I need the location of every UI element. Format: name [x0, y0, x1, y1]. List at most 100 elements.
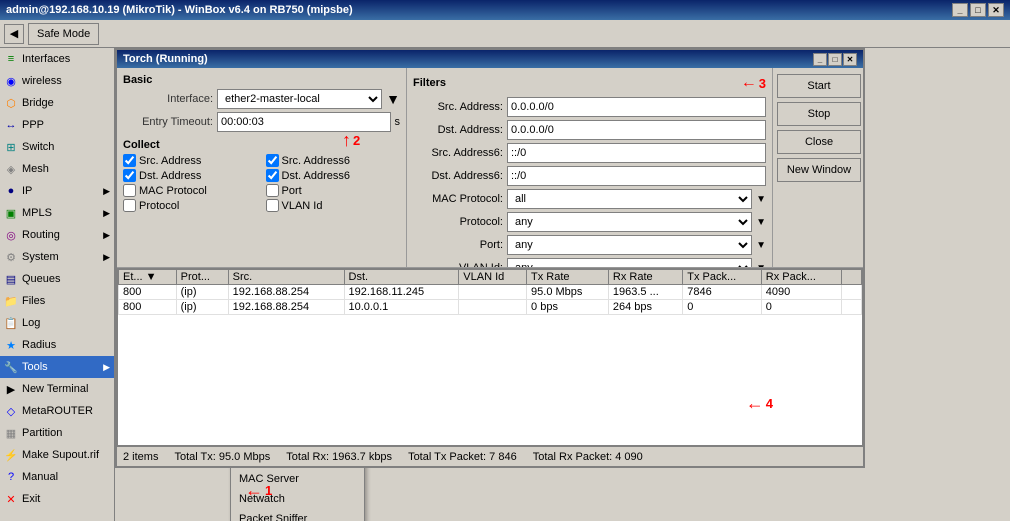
col-src[interactable]: Src. — [228, 269, 344, 284]
col-tx-pack[interactable]: Tx Pack... — [683, 269, 762, 284]
filter-port-row: Port: any ▼ — [413, 235, 766, 255]
sidebar-item-tools[interactable]: 🔧 Tools ▶ — [0, 356, 114, 378]
col-prot[interactable]: Prot... — [176, 269, 228, 284]
col-et[interactable]: Et... ▼ — [119, 269, 177, 284]
safe-mode-button[interactable]: Safe Mode — [28, 23, 99, 45]
sidebar-item-switch[interactable]: ⊞ Switch — [0, 136, 114, 158]
sidebar-item-queues[interactable]: ▤ Queues — [0, 268, 114, 290]
basic-header: Basic — [123, 74, 400, 86]
new-window-button[interactable]: New Window — [777, 158, 861, 182]
col-vlan[interactable]: VLAN Id — [459, 269, 527, 284]
interface-select[interactable]: ether2-master-local — [217, 89, 382, 109]
filter-port-select[interactable]: any — [507, 235, 752, 255]
sidebar-item-label: Radius — [22, 339, 56, 351]
status-total-tx-packet: Total Tx Packet: 7 846 — [408, 451, 517, 463]
entry-timeout-input[interactable] — [217, 112, 391, 132]
collect-vlan-id-checkbox[interactable] — [266, 199, 279, 212]
collect-src-address-checkbox[interactable] — [123, 154, 136, 167]
protocol-arrow[interactable]: ▼ — [756, 217, 766, 228]
filter-mac-protocol-select[interactable]: all — [507, 189, 752, 209]
manual-icon: ? — [4, 470, 18, 484]
collect-mac-protocol-checkbox[interactable] — [123, 184, 136, 197]
cell-src: 192.168.88.254 — [228, 299, 344, 314]
sidebar-item-ip[interactable]: ● IP ▶ — [0, 180, 114, 202]
sidebar-item-metarouter[interactable]: ◇ MetaROUTER — [0, 400, 114, 422]
dialog-close-button[interactable]: ✕ — [843, 53, 857, 66]
interface-dropdown-arrow[interactable]: ▼ — [386, 91, 400, 107]
sidebar-item-make-supout[interactable]: ⚡ Make Supout.rif — [0, 444, 114, 466]
sidebar-item-label: Files — [22, 295, 45, 307]
dialog-maximize-button[interactable]: □ — [828, 53, 842, 66]
maximize-button[interactable]: □ — [970, 3, 986, 17]
sidebar-item-label: wireless — [22, 75, 62, 87]
back-button[interactable]: ◀ — [4, 24, 24, 44]
port-arrow[interactable]: ▼ — [756, 240, 766, 251]
filter-dst-address-input[interactable] — [507, 120, 766, 140]
table-row[interactable]: 800 (ip) 192.168.88.254 192.168.11.245 9… — [119, 284, 862, 299]
collect-dst-address: Dst. Address — [123, 169, 258, 182]
sidebar-item-ppp[interactable]: ↔ PPP — [0, 114, 114, 136]
cell-vlan — [459, 284, 527, 299]
close-button[interactable]: ✕ — [988, 3, 1004, 17]
filter-protocol-select[interactable]: any — [507, 212, 752, 232]
collect-grid: Src. Address Src. Address6 Dst. Address — [123, 154, 400, 212]
system-arrow: ▶ — [103, 252, 110, 263]
cell-vlan — [459, 299, 527, 314]
dialog-titlebar: Torch (Running) _ □ ✕ — [117, 50, 863, 68]
dialog-minimize-button[interactable]: _ — [813, 53, 827, 66]
sidebar-item-log[interactable]: 📋 Log — [0, 312, 114, 334]
system-icon: ⚙ — [4, 250, 18, 264]
filter-src-address6-input[interactable] — [507, 143, 766, 163]
col-rx-pack[interactable]: Rx Pack... — [761, 269, 841, 284]
sidebar-item-interfaces[interactable]: ≡ Interfaces — [0, 48, 114, 70]
table-row[interactable]: 800 (ip) 192.168.88.254 10.0.0.1 0 bps 2… — [119, 299, 862, 314]
sidebar-item-mesh[interactable]: ◈ Mesh — [0, 158, 114, 180]
collect-protocol-checkbox[interactable] — [123, 199, 136, 212]
sidebar-item-new-terminal[interactable]: ▶ New Terminal — [0, 378, 114, 400]
sidebar-item-system[interactable]: ⚙ System ▶ — [0, 246, 114, 268]
annotation-4: ← 4 — [746, 393, 773, 414]
sidebar-item-label: Bridge — [22, 97, 54, 109]
col-rx-rate[interactable]: Rx Rate — [608, 269, 682, 284]
collect-src-address6-checkbox[interactable] — [266, 154, 279, 167]
filter-dst-address6-row: Dst. Address6: — [413, 166, 766, 186]
minimize-button[interactable]: _ — [952, 3, 968, 17]
collect-port-checkbox[interactable] — [266, 184, 279, 197]
close-dialog-button[interactable]: Close — [777, 130, 861, 154]
submenu-item-packet-sniffer[interactable]: Packet Sniffer — [231, 509, 364, 521]
col-dst[interactable]: Dst. — [344, 269, 459, 284]
sidebar-item-partition[interactable]: ▦ Partition — [0, 422, 114, 444]
sidebar-item-mpls[interactable]: ▣ MPLS ▶ — [0, 202, 114, 224]
cell-tx-rate: 0 bps — [527, 299, 609, 314]
col-tx-rate[interactable]: Tx Rate — [527, 269, 609, 284]
sidebar-item-label: Switch — [22, 141, 54, 153]
mac-protocol-arrow[interactable]: ▼ — [756, 194, 766, 205]
filter-src-address-input[interactable] — [507, 97, 766, 117]
cell-rx-rate: 264 bps — [608, 299, 682, 314]
cell-tx-rate: 95.0 Mbps — [527, 284, 609, 299]
collect-dst-address6-checkbox[interactable] — [266, 169, 279, 182]
filter-vlan-id-select[interactable]: any — [507, 258, 752, 267]
sidebar-item-label: Queues — [22, 273, 61, 285]
sidebar-item-label: MetaROUTER — [22, 405, 93, 417]
cell-et: 800 — [119, 284, 177, 299]
sidebar-item-files[interactable]: 📁 Files — [0, 290, 114, 312]
collect-port: Port — [266, 184, 401, 197]
table-area[interactable]: Et... ▼ Prot... Src. Dst. VLAN Id Tx Rat… — [117, 268, 863, 447]
sidebar-item-label: IP — [22, 185, 32, 197]
collect-dst-address-checkbox[interactable] — [123, 169, 136, 182]
col-extra[interactable] — [842, 269, 862, 284]
stop-button[interactable]: Stop — [777, 102, 861, 126]
sidebar-item-manual[interactable]: ? Manual — [0, 466, 114, 488]
sidebar-item-label: Exit — [22, 493, 40, 505]
collect-src-address6: Src. Address6 — [266, 154, 401, 167]
sidebar-item-routing[interactable]: ◎ Routing ▶ — [0, 224, 114, 246]
start-button[interactable]: Start — [777, 74, 861, 98]
sidebar-item-radius[interactable]: ★ Radius — [0, 334, 114, 356]
entry-timeout-suffix: s — [395, 116, 401, 128]
sidebar-item-wireless[interactable]: ◉ wireless — [0, 70, 114, 92]
filter-dst-address6-label: Dst. Address6: — [413, 170, 503, 182]
filter-dst-address6-input[interactable] — [507, 166, 766, 186]
sidebar-item-exit[interactable]: ✕ Exit — [0, 488, 114, 510]
sidebar-item-bridge[interactable]: ⬡ Bridge — [0, 92, 114, 114]
